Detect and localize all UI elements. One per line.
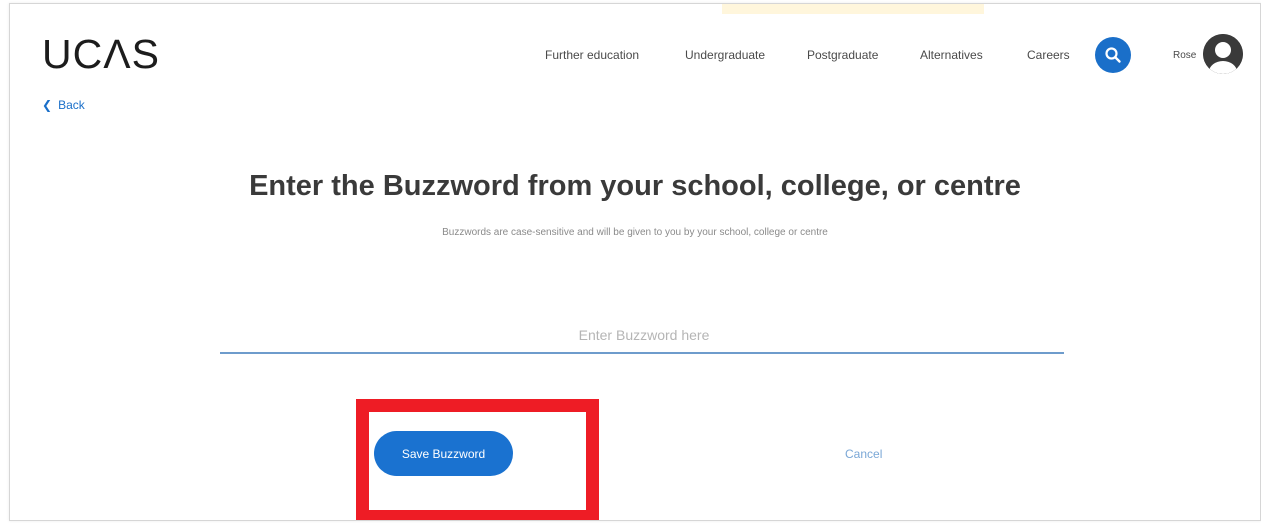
page-frame: UCΛS ❮ Back Further education Undergradu… xyxy=(9,3,1261,521)
ucas-logo[interactable]: UCΛS xyxy=(42,34,160,75)
buzzword-field xyxy=(220,316,1068,354)
nav-further-education[interactable]: Further education xyxy=(545,48,639,62)
nav-alternatives[interactable]: Alternatives xyxy=(920,48,983,62)
cancel-link[interactable]: Cancel xyxy=(845,447,882,461)
top-highlight-strip xyxy=(722,4,984,14)
save-buzzword-button[interactable]: Save Buzzword xyxy=(374,431,513,476)
page-title: Enter the Buzzword from your school, col… xyxy=(249,170,1021,202)
buzzword-input[interactable] xyxy=(220,316,1068,354)
nav-postgraduate[interactable]: Postgraduate xyxy=(807,48,878,62)
back-link[interactable]: ❮ Back xyxy=(42,98,85,112)
nav-undergraduate[interactable]: Undergraduate xyxy=(685,48,765,62)
chevron-left-icon: ❮ xyxy=(42,98,53,112)
user-avatar-icon[interactable] xyxy=(1203,34,1243,74)
user-name[interactable]: Rose xyxy=(1173,50,1196,61)
search-button[interactable] xyxy=(1095,37,1131,73)
page-subtitle: Buzzwords are case-sensitive and will be… xyxy=(442,227,828,238)
nav-careers[interactable]: Careers xyxy=(1027,48,1070,62)
back-label: Back xyxy=(58,98,85,112)
search-icon xyxy=(1105,47,1121,63)
